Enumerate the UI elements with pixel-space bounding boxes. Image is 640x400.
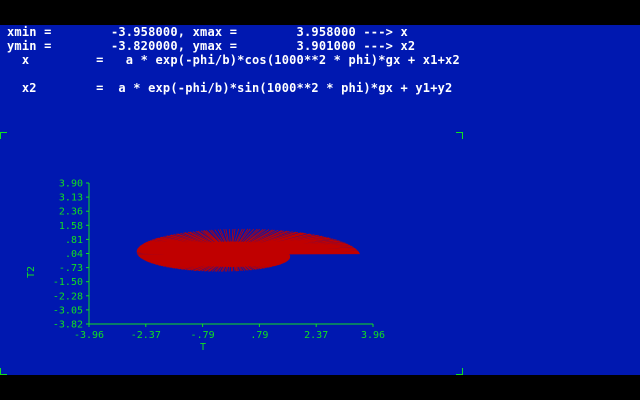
y-tick-label: 3.13 <box>59 193 83 204</box>
y-axis-label: T2 <box>26 266 37 278</box>
chart: 3.90 3.13 2.36 1.58 .81 .04 -.73 -1.50 -2.28 -3.0… <box>26 179 385 354</box>
x-tick-label: 2.37 <box>304 330 328 341</box>
x-tick-label: -2.37 <box>131 330 161 341</box>
x-tick-label: -3.96 <box>74 330 104 341</box>
y-tick-label: 3.90 <box>59 179 83 190</box>
y-tick-label: -.73 <box>59 263 83 274</box>
y-tick-label: 2.36 <box>59 207 83 218</box>
y-tick-label: .81 <box>65 235 83 246</box>
y-tick-label: 1.58 <box>59 221 83 232</box>
x-tick-label: .79 <box>250 330 268 341</box>
x-tick-label: -.79 <box>191 330 215 341</box>
screen: xmin = -3.958000, xmax = 3.958000 ---> x… <box>0 0 640 400</box>
x-axis-label: T <box>200 342 206 353</box>
plot-lines <box>136 228 360 272</box>
y-tick-label: -3.82 <box>53 320 83 331</box>
y-tick-label: -1.50 <box>53 277 83 288</box>
y-tick-label: -2.28 <box>53 291 83 302</box>
plot-series-core <box>173 241 289 268</box>
y-tick-label: .04 <box>65 249 83 260</box>
y-tick-label: -3.05 <box>53 305 83 316</box>
x-tick-label: 3.96 <box>361 330 385 341</box>
